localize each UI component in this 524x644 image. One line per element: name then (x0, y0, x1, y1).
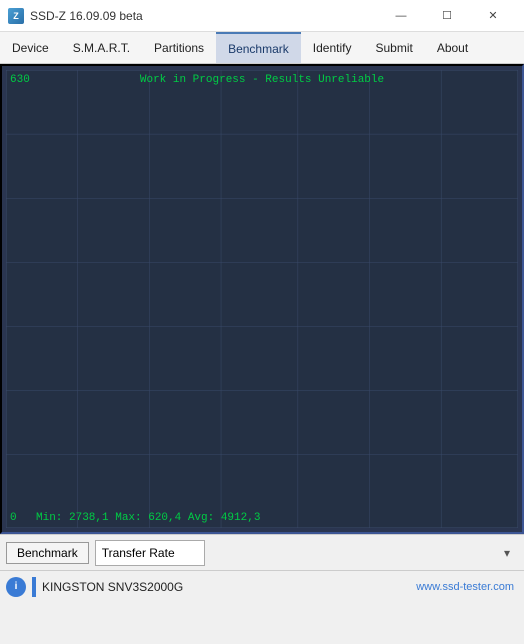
close-button[interactable]: ✕ (470, 0, 516, 32)
window-title: SSD-Z 16.09.09 beta (30, 9, 378, 23)
menu-item-smart[interactable]: S.M.A.R.T. (61, 32, 142, 63)
status-icon: i (6, 577, 26, 597)
menu-bar: Device S.M.A.R.T. Partitions Benchmark I… (0, 32, 524, 64)
dropdown-wrapper: Transfer Rate 4K Random Read 4K Random W… (95, 540, 518, 566)
menu-item-identify[interactable]: Identify (301, 32, 364, 63)
chart-grid-svg (6, 70, 518, 528)
bottom-toolbar: Benchmark Transfer Rate 4K Random Read 4… (0, 534, 524, 570)
chart-stats: Min: 2738,1 Max: 620,4 Avg: 4912,3 (36, 512, 260, 524)
chart-area: 630 Work in Progress - Results Unreliabl… (6, 70, 518, 528)
website-label: www.ssd-tester.com (416, 581, 514, 593)
menu-item-about[interactable]: About (425, 32, 480, 63)
benchmark-button[interactable]: Benchmark (6, 542, 89, 564)
app-icon: Z (8, 8, 24, 24)
drive-name: KINGSTON SNV3S2000G (42, 580, 410, 594)
status-bar: i KINGSTON SNV3S2000G www.ssd-tester.com (0, 570, 524, 602)
transfer-rate-dropdown[interactable]: Transfer Rate 4K Random Read 4K Random W… (95, 540, 205, 566)
drive-indicator (32, 577, 36, 597)
window-controls: — ☐ ✕ (378, 0, 516, 32)
menu-item-submit[interactable]: Submit (363, 32, 424, 63)
chart-title: Work in Progress - Results Unreliable (6, 74, 518, 86)
maximize-button[interactable]: ☐ (424, 0, 470, 32)
chart-container: 630 Work in Progress - Results Unreliabl… (0, 64, 524, 534)
menu-item-partitions[interactable]: Partitions (142, 32, 216, 63)
minimize-button[interactable]: — (378, 0, 424, 32)
title-bar: Z SSD-Z 16.09.09 beta — ☐ ✕ (0, 0, 524, 32)
menu-item-benchmark[interactable]: Benchmark (216, 32, 301, 63)
menu-item-device[interactable]: Device (0, 32, 61, 63)
y-axis-min-label: 0 (10, 512, 17, 524)
